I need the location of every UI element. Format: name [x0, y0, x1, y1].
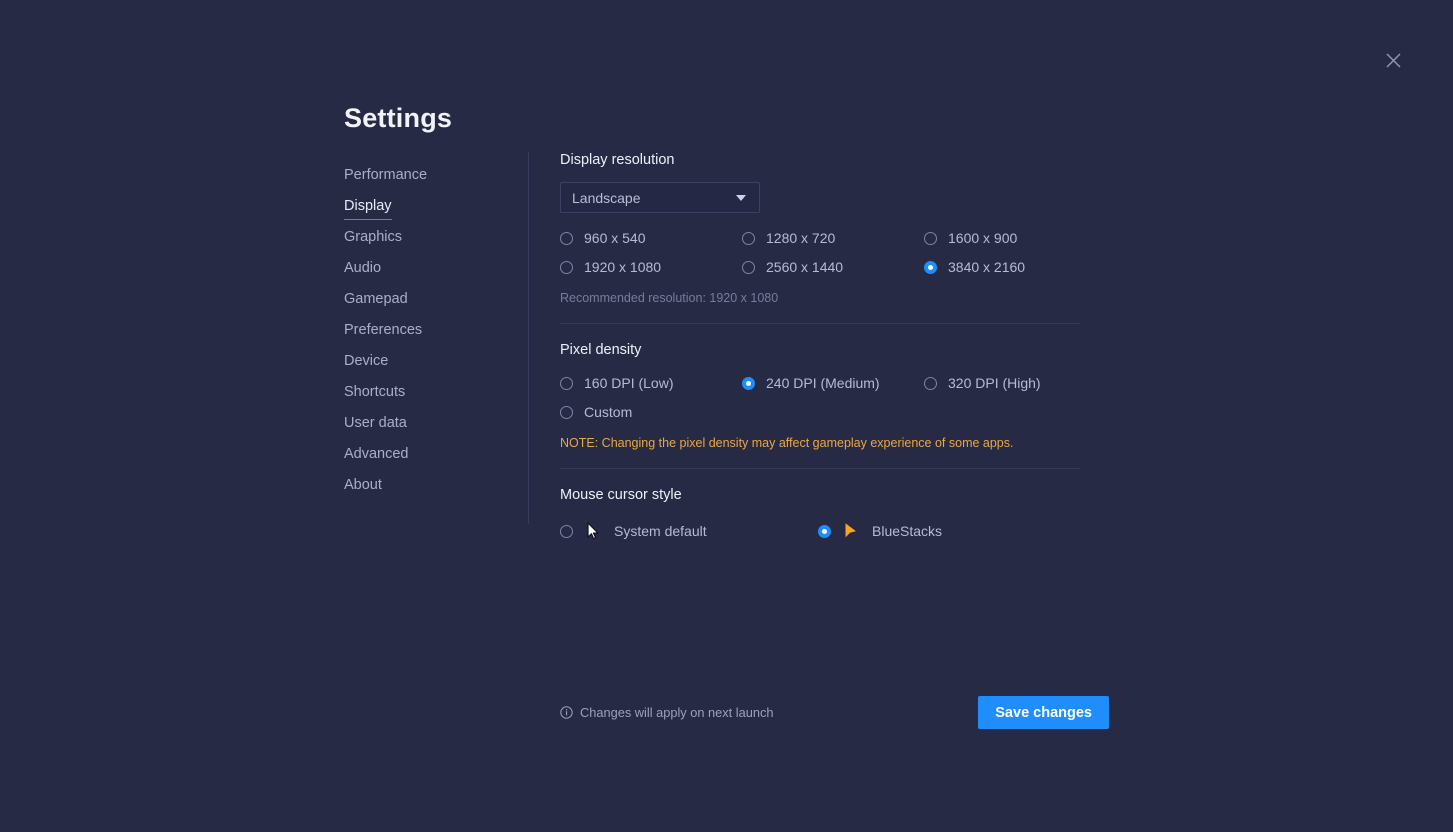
radio-icon[interactable]	[560, 231, 573, 245]
radio-icon[interactable]	[560, 524, 573, 538]
sidebar-item-audio[interactable]: Audio	[344, 257, 504, 288]
sidebar-item-label: Audio	[344, 260, 382, 276]
close-button[interactable]	[1378, 45, 1408, 75]
radio-icon[interactable]	[560, 260, 573, 274]
info-icon	[560, 706, 573, 719]
radio-label: 240 DPI (Medium)	[766, 375, 880, 391]
resolution-option-2560x1440[interactable]: 2560 x 1440	[742, 256, 924, 278]
pixel-density-section: Pixel density 160 DPI (Low) 240 DPI (Med…	[560, 342, 1080, 450]
radio-icon[interactable]	[560, 376, 573, 390]
radio-icon[interactable]	[924, 231, 937, 245]
mouse-cursor-radio-group: System default BlueStacks	[560, 519, 1080, 543]
save-changes-button[interactable]: Save changes	[978, 696, 1109, 729]
cursor-option-bluestacks[interactable]: BlueStacks	[818, 519, 1076, 543]
cursor-arrow-bluestacks-icon	[842, 522, 860, 540]
sidebar-item-label: User data	[344, 415, 407, 431]
sidebar-item-about[interactable]: About	[344, 474, 504, 505]
sidebar-item-device[interactable]: Device	[344, 350, 504, 381]
pixel-density-note: NOTE: Changing the pixel density may aff…	[560, 436, 1014, 450]
sidebar-item-performance[interactable]: Performance	[344, 164, 504, 195]
radio-label: 2560 x 1440	[766, 259, 844, 275]
sidebar-item-label: Gamepad	[344, 291, 408, 307]
sidebar-item-label: Shortcuts	[344, 384, 406, 400]
sidebar-divider	[528, 152, 529, 524]
sidebar-item-shortcuts[interactable]: Shortcuts	[344, 381, 504, 412]
resolution-option-1920x1080[interactable]: 1920 x 1080	[560, 256, 742, 278]
mouse-cursor-style-title: Mouse cursor style	[560, 487, 682, 503]
cursor-option-label: System default	[614, 523, 707, 539]
display-resolution-title: Display resolution	[560, 152, 675, 168]
display-resolution-section: Display resolution Landscape 960 x 540 1…	[560, 152, 1080, 305]
settings-footer: Changes will apply on next launch Save c…	[560, 696, 1109, 729]
sidebar-item-label: Performance	[344, 167, 428, 183]
radio-label: 1600 x 900	[948, 230, 1018, 246]
radio-label: Custom	[584, 404, 633, 420]
resolution-radio-group: 960 x 540 1280 x 720 1600 x 900 1920 x 1…	[560, 227, 1080, 278]
close-icon	[1386, 53, 1400, 67]
radio-icon[interactable]	[818, 524, 831, 538]
radio-label: 1920 x 1080	[584, 259, 662, 275]
radio-icon[interactable]	[742, 260, 755, 274]
settings-sidebar: Performance Display Graphics Audio Gamep…	[344, 164, 504, 505]
cursor-arrow-system-icon	[584, 522, 602, 540]
page-title: Settings	[344, 103, 453, 133]
orientation-select[interactable]: Landscape	[560, 182, 760, 213]
resolution-option-1280x720[interactable]: 1280 x 720	[742, 227, 924, 249]
radio-label: 1280 x 720	[766, 230, 836, 246]
pixel-density-option-custom[interactable]: Custom	[560, 401, 742, 423]
sidebar-item-user-data[interactable]: User data	[344, 412, 504, 443]
cursor-option-label: BlueStacks	[872, 523, 943, 539]
sidebar-item-label: Device	[344, 353, 389, 369]
sidebar-item-label: Graphics	[344, 229, 403, 245]
section-divider	[560, 468, 1080, 469]
resolution-option-3840x2160[interactable]: 3840 x 2160	[924, 256, 1106, 278]
mouse-cursor-style-section: Mouse cursor style System default BlueSt…	[560, 487, 1080, 543]
radio-icon[interactable]	[742, 231, 755, 245]
sidebar-item-graphics[interactable]: Graphics	[344, 226, 504, 257]
radio-icon[interactable]	[924, 260, 937, 274]
cursor-option-system-default[interactable]: System default	[560, 519, 818, 543]
sidebar-item-label: Display	[344, 195, 392, 220]
pixel-density-option-160[interactable]: 160 DPI (Low)	[560, 372, 742, 394]
footer-note-text: Changes will apply on next launch	[580, 705, 774, 720]
radio-icon[interactable]	[742, 376, 755, 390]
chevron-down-icon	[736, 194, 746, 201]
sidebar-item-gamepad[interactable]: Gamepad	[344, 288, 504, 319]
sidebar-item-label: Advanced	[344, 446, 409, 462]
recommended-resolution-hint: Recommended resolution: 1920 x 1080	[560, 291, 779, 305]
sidebar-item-label: About	[344, 477, 382, 493]
sidebar-item-preferences[interactable]: Preferences	[344, 319, 504, 350]
radio-label: 3840 x 2160	[948, 259, 1026, 275]
pixel-density-radio-group: 160 DPI (Low) 240 DPI (Medium) 320 DPI (…	[560, 372, 1080, 423]
radio-icon[interactable]	[560, 405, 573, 419]
pixel-density-title: Pixel density	[560, 342, 642, 358]
sidebar-item-advanced[interactable]: Advanced	[344, 443, 504, 474]
radio-icon[interactable]	[924, 376, 937, 390]
resolution-option-1600x900[interactable]: 1600 x 900	[924, 227, 1106, 249]
resolution-option-960x540[interactable]: 960 x 540	[560, 227, 742, 249]
sidebar-item-label: Preferences	[344, 322, 423, 338]
sidebar-item-display[interactable]: Display	[344, 195, 504, 226]
pixel-density-option-320[interactable]: 320 DPI (High)	[924, 372, 1106, 394]
section-divider	[560, 323, 1080, 324]
settings-content: Display resolution Landscape 960 x 540 1…	[560, 152, 1080, 543]
pixel-density-option-240[interactable]: 240 DPI (Medium)	[742, 372, 924, 394]
radio-label: 320 DPI (High)	[948, 375, 1041, 391]
radio-label: 160 DPI (Low)	[584, 375, 674, 391]
radio-label: 960 x 540	[584, 230, 646, 246]
orientation-select-value: Landscape	[572, 189, 641, 206]
footer-note: Changes will apply on next launch	[560, 705, 774, 720]
